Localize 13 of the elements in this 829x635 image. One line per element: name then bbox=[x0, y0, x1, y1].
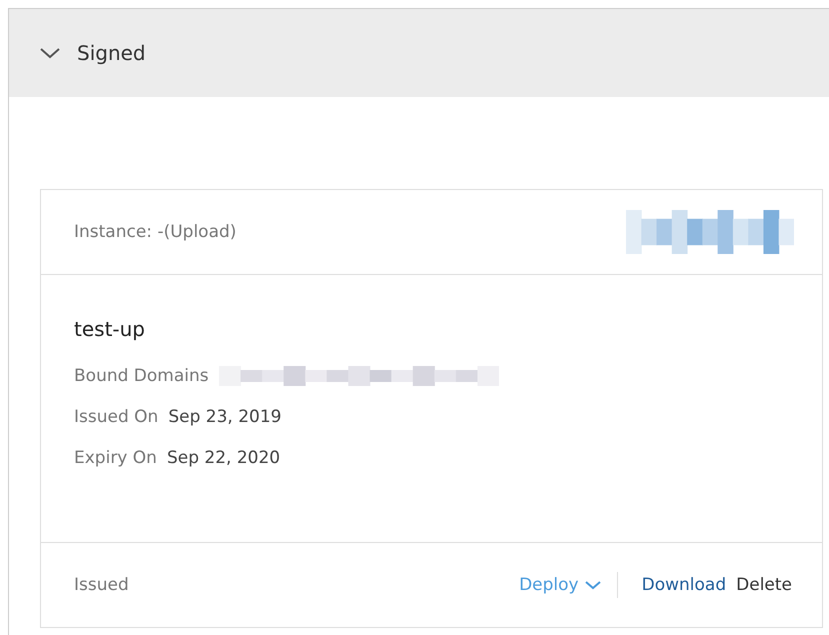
action-link[interactable]: Download bbox=[642, 575, 726, 595]
chevron-down-icon[interactable] bbox=[39, 46, 61, 60]
action-link[interactable]: Delete bbox=[736, 575, 792, 595]
status-text: Issued bbox=[74, 575, 129, 595]
field-label: Expiry On bbox=[74, 448, 157, 468]
field-value: Sep 23, 2019 bbox=[168, 407, 282, 427]
field-value: Sep 22, 2020 bbox=[166, 448, 280, 468]
certificate-name: test-up bbox=[74, 317, 146, 341]
field-label: Bound Domains bbox=[74, 366, 209, 386]
instance-label: Instance: -(Upload) bbox=[74, 222, 236, 242]
field-label: Issued On bbox=[74, 407, 158, 427]
chevron-down-icon bbox=[584, 580, 601, 590]
section-title: Signed bbox=[77, 41, 146, 65]
